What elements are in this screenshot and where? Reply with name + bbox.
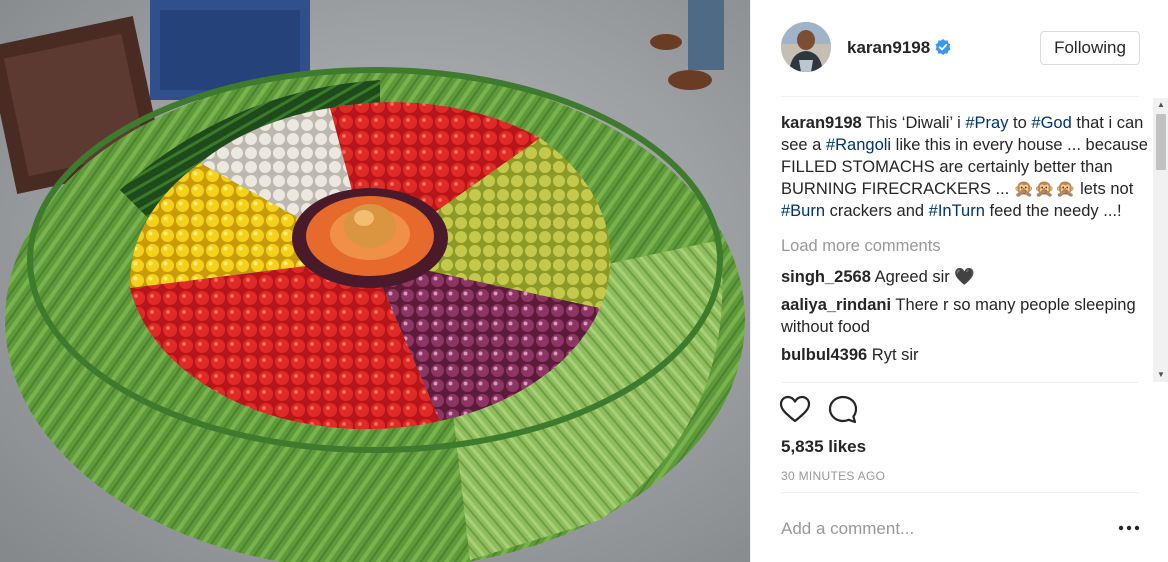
comment-item: singh_2568 Agreed sir 🖤 <box>781 266 1153 288</box>
comment-input-divider <box>781 492 1139 493</box>
scrollbar-thumb[interactable] <box>1156 114 1166 170</box>
caption-text-8: crackers and <box>825 202 929 220</box>
scroll-up-arrow-icon[interactable]: ▲ <box>1153 98 1168 112</box>
heart-icon[interactable] <box>779 394 811 426</box>
post-side-panel: karan9198 Following karan9198 This ‘Diwa… <box>750 0 1168 562</box>
caption: karan9198 This ‘Diwali’ i #Pray to #God … <box>781 112 1153 222</box>
hashtag-burn[interactable]: #Burn <box>781 202 825 220</box>
hashtag-pray[interactable]: #Pray <box>965 114 1008 132</box>
caption-text-2: to <box>1008 114 1032 132</box>
post-timestamp[interactable]: 30 MINUTES AGO <box>781 469 885 483</box>
caption-text-10: feed the needy ...! <box>984 202 1122 220</box>
verified-badge-icon <box>935 39 951 55</box>
more-options-icon[interactable] <box>1117 518 1141 538</box>
comment-text: Agreed sir 🖤 <box>874 268 975 286</box>
comment-item: bulbul4396 Ryt sir <box>781 344 1153 366</box>
hashtag-rangoli[interactable]: #Rangoli <box>826 136 891 154</box>
comment-username[interactable]: singh_2568 <box>781 268 871 286</box>
instagram-post: karan9198 Following karan9198 This ‘Diwa… <box>0 0 1168 562</box>
comment-username[interactable]: bulbul4396 <box>781 346 867 364</box>
post-username[interactable]: karan9198 <box>847 38 930 58</box>
post-photo <box>0 0 750 562</box>
comments-scrollbar[interactable]: ▲ ▼ <box>1153 98 1168 382</box>
comment-text: Ryt sir <box>871 346 919 364</box>
comments-list[interactable]: karan9198 This ‘Diwali’ i #Pray to #God … <box>781 112 1153 382</box>
likes-count[interactable]: 5,835 likes <box>781 437 866 457</box>
header-divider <box>781 96 1139 97</box>
following-button[interactable]: Following <box>1040 31 1140 65</box>
caption-username[interactable]: karan9198 <box>781 114 862 132</box>
vegetable-rangoli-image <box>0 0 750 562</box>
add-comment-input[interactable] <box>781 516 1101 542</box>
scroll-down-arrow-icon[interactable]: ▼ <box>1153 368 1168 382</box>
avatar[interactable] <box>781 22 831 72</box>
hashtag-inturn[interactable]: #InTurn <box>929 202 985 220</box>
hashtag-god[interactable]: #God <box>1031 114 1071 132</box>
post-actions <box>779 394 875 426</box>
caption-text-0: This ‘Diwali’ i <box>861 114 966 132</box>
post-header: karan9198 Following <box>751 0 1168 96</box>
comment-username[interactable]: aaliya_rindani <box>781 296 891 314</box>
comment-item: aaliya_rindani There r so many people sl… <box>781 294 1153 338</box>
load-more-comments-link[interactable]: Load more comments <box>781 235 1153 257</box>
actions-divider <box>781 382 1139 383</box>
comment-bubble-icon[interactable] <box>827 394 859 426</box>
